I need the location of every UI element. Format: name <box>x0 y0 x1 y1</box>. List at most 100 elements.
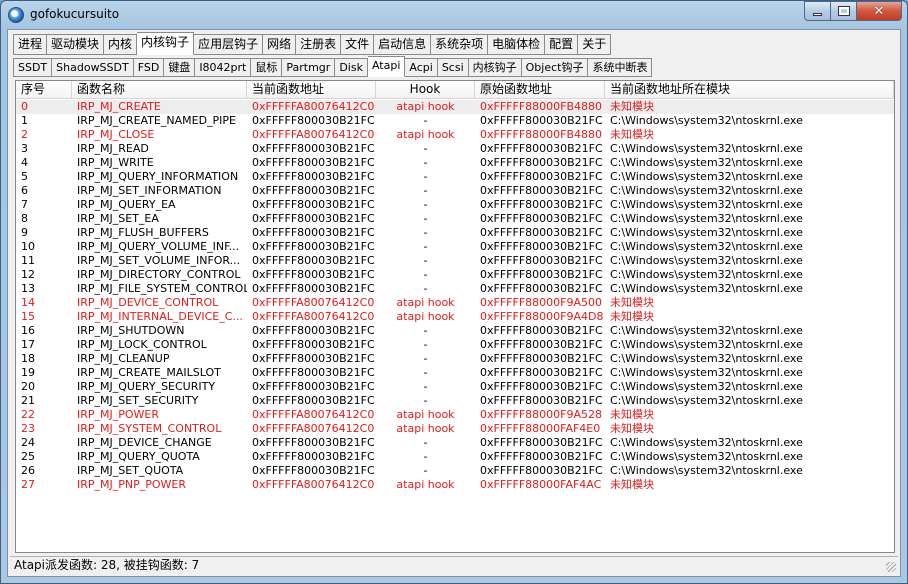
table-row[interactable]: 23 IRP_MJ_SYSTEM_CONTROL 0xFFFFFA80076412C… <box>16 422 894 436</box>
cell-current-address: 0xFFFFF800030B21FC <box>252 338 375 351</box>
sub-tab-strip: SSDT ShadowSSDT FSD 键盘 I8042prt 鼠标 Partmgr Disk… <box>13 56 653 77</box>
table-row[interactable]: 8 IRP_MJ_SET_EA 0xFFFFF800030B21FC - 0xFFFFF… <box>16 212 894 226</box>
cell-function-name: IRP_MJ_DEVICE_CONTROL <box>77 296 219 309</box>
cell-hook: - <box>423 450 428 463</box>
cell-current-address: 0xFFFFFA80076412C0 <box>252 296 375 309</box>
tab-sub-5[interactable]: 鼠标 <box>251 58 283 77</box>
cell-original-address: 0xFFFFF800030B21FC <box>480 156 603 169</box>
cell-index: 9 <box>21 226 28 239</box>
table-row[interactable]: 6 IRP_MJ_SET_INFORMATION 0xFFFFF800030B21F… <box>16 184 894 198</box>
cell-module: C:\Windows\system32\ntoskrnl.exe <box>610 366 803 379</box>
resize-grip-icon[interactable] <box>886 562 896 572</box>
cell-original-address: 0xFFFFF800030B21FC <box>480 254 603 267</box>
table-row[interactable]: 24 IRP_MJ_DEVICE_CHANGE 0xFFFFF800030B21FC… <box>16 436 894 450</box>
table-row[interactable]: 13 IRP_MJ_FILE_SYSTEM_CONTROL 0xFFFFF80003… <box>16 282 894 296</box>
cell-module: C:\Windows\system32\ntoskrnl.exe <box>610 338 803 351</box>
cell-original-address: 0xFFFFF88000FB4880 <box>480 128 603 141</box>
column-header-module[interactable]: 当前函数地址所在模块 <box>605 81 894 99</box>
table-row[interactable]: 11 IRP_MJ_SET_VOLUME_INFOR... 0xFFFFF80003… <box>16 254 894 268</box>
tab-sub-7[interactable]: Disk <box>335 58 368 77</box>
table-row[interactable]: 12 IRP_MJ_DIRECTORY_CONTROL 0xFFFFF800030B… <box>16 268 894 282</box>
cell-hook: - <box>423 352 428 365</box>
tab-sub-1[interactable]: ShadowSSDT <box>52 58 134 77</box>
tab-main-1[interactable]: 驱动模块 <box>47 34 105 55</box>
table-row[interactable]: 22 IRP_MJ_POWER 0xFFFFFA80076412C0 atapi ho… <box>16 408 894 422</box>
tab-main-4[interactable]: 应用层钩子 <box>194 34 264 55</box>
tab-main-7[interactable]: 文件 <box>341 34 375 55</box>
tab-main-12[interactable]: 关于 <box>578 34 612 55</box>
cell-module: C:\Windows\system32\ntoskrnl.exe <box>610 380 803 393</box>
table-row[interactable]: 3 IRP_MJ_READ 0xFFFFF800030B21FC - 0xFFFFF80… <box>16 142 894 156</box>
tab-main-2[interactable]: 内核 <box>104 34 138 55</box>
cell-index: 13 <box>21 282 35 295</box>
cell-module: 未知模块 <box>610 100 654 113</box>
tab-main-5[interactable]: 网络 <box>263 34 297 55</box>
cell-module: C:\Windows\system32\ntoskrnl.exe <box>610 464 803 477</box>
cell-function-name: IRP_MJ_CREATE <box>77 100 161 113</box>
table-row[interactable]: 26 IRP_MJ_SET_QUOTA 0xFFFFF800030B21FC - 0xF… <box>16 464 894 478</box>
column-header-function-name[interactable]: 函数名称 <box>72 81 247 99</box>
cell-index: 5 <box>21 170 28 183</box>
table-row[interactable]: 2 IRP_MJ_CLOSE 0xFFFFFA80076412C0 atapi hoo… <box>16 128 894 142</box>
table-row[interactable]: 14 IRP_MJ_DEVICE_CONTROL 0xFFFFFA80076412C… <box>16 296 894 310</box>
tab-main-0[interactable]: 进程 <box>13 34 48 55</box>
table-row[interactable]: 18 IRP_MJ_CLEANUP 0xFFFFF800030B21FC - 0xFFF… <box>16 352 894 366</box>
tab-sub-3[interactable]: 键盘 <box>164 58 196 77</box>
cell-original-address: 0xFFFFF88000F9A4D8 <box>480 310 604 323</box>
table-row[interactable]: 0 IRP_MJ_CREATE 0xFFFFFA80076412C0 atapi ho… <box>16 100 894 114</box>
minimize-button[interactable] <box>804 1 831 21</box>
cell-module: 未知模块 <box>610 128 654 141</box>
table-row[interactable]: 7 IRP_MJ_QUERY_EA 0xFFFFF800030B21FC - 0xFFF… <box>16 198 894 212</box>
table-row[interactable]: 17 IRP_MJ_LOCK_CONTROL 0xFFFFF800030B21FC -… <box>16 338 894 352</box>
cell-original-address: 0xFFFFF800030B21FC <box>480 170 603 183</box>
cell-hook: - <box>423 198 428 211</box>
close-button[interactable]: ✕ <box>857 1 902 21</box>
tab-sub-10[interactable]: Scsi <box>437 58 469 77</box>
tab-sub-9[interactable]: Acpi <box>405 58 438 77</box>
cell-hook: atapi hook <box>396 310 455 323</box>
tab-main-3[interactable]: 内核钩子 <box>137 32 195 55</box>
cell-function-name: IRP_MJ_LOCK_CONTROL <box>77 338 207 351</box>
table-row[interactable]: 10 IRP_MJ_QUERY_VOLUME_INF... 0xFFFFF80003… <box>16 240 894 254</box>
table-row[interactable]: 1 IRP_MJ_CREATE_NAMED_PIPE 0xFFFFF800030B2… <box>16 114 894 128</box>
list-rows: 0 IRP_MJ_CREATE 0xFFFFFA80076412C0 atapi ho… <box>16 100 894 492</box>
title-bar[interactable]: gofokucursuito ✕ <box>1 1 907 29</box>
table-row[interactable]: 4 IRP_MJ_WRITE 0xFFFFF800030B21FC - 0xFFFFF8… <box>16 156 894 170</box>
tab-main-9[interactable]: 系统杂项 <box>431 34 489 55</box>
table-row[interactable]: 27 IRP_MJ_PNP_POWER 0xFFFFFA80076412C0 atap… <box>16 478 894 492</box>
table-row[interactable]: 25 IRP_MJ_QUERY_QUOTA 0xFFFFF800030B21FC - 0… <box>16 450 894 464</box>
cell-function-name: IRP_MJ_CREATE_MAILSLOT <box>77 366 221 379</box>
tab-main-11[interactable]: 配置 <box>545 34 579 55</box>
cell-current-address: 0xFFFFF800030B21FC <box>252 142 375 155</box>
table-row[interactable]: 21 IRP_MJ_SET_SECURITY 0xFFFFF800030B21FC -… <box>16 394 894 408</box>
table-row[interactable]: 5 IRP_MJ_QUERY_INFORMATION 0xFFFFF800030B2… <box>16 170 894 184</box>
cell-index: 27 <box>21 478 35 491</box>
column-header-current-address[interactable]: 当前函数地址 <box>247 81 376 99</box>
tab-sub-8[interactable]: Atapi <box>367 56 406 77</box>
column-header-index[interactable]: 序号 <box>16 81 72 99</box>
tab-sub-2[interactable]: FSD <box>133 58 165 77</box>
tab-sub-6[interactable]: Partmgr <box>282 58 336 77</box>
tab-main-10[interactable]: 电脑体检 <box>488 34 546 55</box>
cell-index: 21 <box>21 394 35 407</box>
column-header-hook[interactable]: Hook <box>376 81 475 99</box>
table-row[interactable]: 16 IRP_MJ_SHUTDOWN 0xFFFFF800030B21FC - 0xFF… <box>16 324 894 338</box>
tab-sub-11[interactable]: 内核钩子 <box>468 58 522 77</box>
maximize-icon <box>837 6 850 16</box>
cell-current-address: 0xFFFFF800030B21FC <box>252 170 375 183</box>
tab-main-8[interactable]: 启动信息 <box>374 34 432 55</box>
cell-current-address: 0xFFFFF800030B21FC <box>252 394 375 407</box>
table-row[interactable]: 19 IRP_MJ_CREATE_MAILSLOT 0xFFFFF800030B21… <box>16 366 894 380</box>
table-row[interactable]: 20 IRP_MJ_QUERY_SECURITY 0xFFFFF800030B21F… <box>16 380 894 394</box>
table-row[interactable]: 15 IRP_MJ_INTERNAL_DEVICE_C... 0xFFFFFA800… <box>16 310 894 324</box>
table-row[interactable]: 9 IRP_MJ_FLUSH_BUFFERS 0xFFFFF800030B21FC -… <box>16 226 894 240</box>
column-header-original-address[interactable]: 原始函数地址 <box>475 81 605 99</box>
tab-sub-4[interactable]: I8042prt <box>195 58 252 77</box>
tab-sub-12[interactable]: Object钩子 <box>521 58 589 77</box>
maximize-button[interactable] <box>831 1 857 21</box>
tab-sub-0[interactable]: SSDT <box>13 58 53 77</box>
tab-main-6[interactable]: 注册表 <box>296 34 342 55</box>
tab-sub-13[interactable]: 系统中断表 <box>588 58 653 77</box>
cell-function-name: IRP_MJ_SHUTDOWN <box>77 324 185 337</box>
hook-list-view[interactable]: 序号 函数名称 当前函数地址 Hook 原始函数地址 当前函数地址所在模块 0 IRP_MJ… <box>15 80 895 553</box>
